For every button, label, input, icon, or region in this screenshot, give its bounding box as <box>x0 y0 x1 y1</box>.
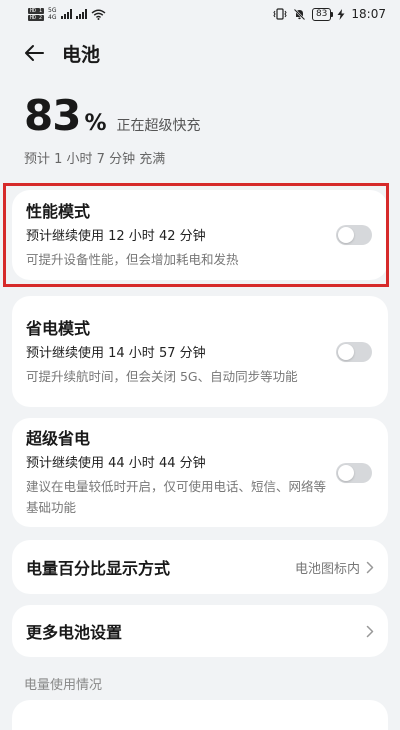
signal-2-icon <box>75 9 87 19</box>
page-title: 电池 <box>62 43 101 66</box>
performance-mode-title: 性能模式 <box>26 202 91 221</box>
power-saving-desc: 可提升续航时间，但会关闭 5G、自动同步等功能 <box>26 368 298 384</box>
battery-icon: 83 <box>311 7 334 21</box>
chevron-right-icon <box>366 561 374 573</box>
battery-percent-line: 83 % 正在超级快充 <box>24 92 376 140</box>
battery-percent: 83 <box>24 91 81 140</box>
ultra-saving-row: 超级省电 预计继续使用 44 小时 44 分钟 建议在电量较低时开启，仅可使用电… <box>26 418 374 527</box>
percent-display-right: 电池图标内 <box>295 558 374 577</box>
power-saving-title: 省电模式 <box>26 318 91 338</box>
ultra-saving-card: 超级省电 预计继续使用 44 小时 44 分钟 建议在电量较低时开启，仅可使用电… <box>12 418 388 527</box>
ultra-saving-text: 超级省电 预计继续使用 44 小时 44 分钟 建议在电量较低时开启，仅可使用电… <box>26 427 326 518</box>
charging-bolt-icon <box>337 8 345 20</box>
ultra-saving-usage: 预计继续使用 44 小时 44 分钟 <box>26 456 206 471</box>
percent-display-value: 电池图标内 <box>294 561 360 577</box>
ultra-saving-desc: 建议在电量较低时开启，仅可使用电话、短信、网络等基础功能 <box>26 479 327 515</box>
sim2-badge: HD 2 <box>28 14 45 21</box>
charge-estimate: 预计 1 小时 7 分钟 充满 <box>24 152 166 167</box>
status-bar-left: HD 1 HD 2 5G 4G <box>28 7 106 21</box>
percent-sign: % <box>84 111 107 136</box>
status-bar-right: 83 18:07 <box>273 7 386 21</box>
power-saving-usage: 预计继续使用 14 小时 57 分钟 <box>26 345 206 361</box>
wifi-icon <box>91 9 105 20</box>
performance-mode-usage: 预计继续使用 12 小时 42 分钟 <box>26 229 206 244</box>
top-bar: 电池 <box>0 30 400 76</box>
performance-mode-desc: 可提升设备性能，但会增加耗电和发热 <box>26 252 239 267</box>
more-settings-label: 更多电池设置 <box>26 623 123 642</box>
network-type-2: 4G <box>48 14 57 21</box>
percent-display-row[interactable]: 电量百分比显示方式 电池图标内 <box>26 540 374 594</box>
signal-1-icon <box>60 9 72 19</box>
status-bar: HD 1 HD 2 5G 4G 83 18:07 <box>0 0 400 28</box>
sim1-badge: HD 1 <box>28 7 45 14</box>
network-type: 5G 4G <box>48 7 56 21</box>
back-arrow-icon <box>25 45 44 61</box>
usage-section-label: 电量使用情况 <box>24 678 103 693</box>
back-button[interactable] <box>12 31 56 75</box>
performance-mode-card: 性能模式 预计继续使用 12 小时 42 分钟 可提升设备性能，但会增加耗电和发… <box>12 190 388 280</box>
mute-bell-icon <box>293 8 306 20</box>
sim-indicators: HD 1 HD 2 <box>28 7 45 21</box>
power-saving-toggle[interactable] <box>336 341 372 362</box>
usage-card-top <box>12 700 388 730</box>
status-time: 18:07 <box>351 7 386 21</box>
percent-display-label: 电量百分比显示方式 <box>26 559 171 578</box>
power-saving-text: 省电模式 预计继续使用 14 小时 57 分钟 可提升续航时间，但会关闭 5G、… <box>26 317 326 387</box>
vibrate-icon <box>273 8 287 20</box>
performance-mode-text: 性能模式 预计继续使用 12 小时 42 分钟 可提升设备性能，但会增加耗电和发… <box>26 200 326 270</box>
ultra-saving-toggle[interactable] <box>336 462 372 483</box>
more-settings-card[interactable]: 更多电池设置 <box>12 605 388 657</box>
power-saving-card: 省电模式 预计继续使用 14 小时 57 分钟 可提升续航时间，但会关闭 5G、… <box>12 296 388 407</box>
performance-mode-toggle[interactable] <box>336 225 372 245</box>
chevron-right-icon <box>366 625 374 637</box>
ultra-saving-title: 超级省电 <box>26 429 91 448</box>
power-saving-row: 省电模式 预计继续使用 14 小时 57 分钟 可提升续航时间，但会关闭 5G、… <box>26 296 374 407</box>
percent-display-card[interactable]: 电量百分比显示方式 电池图标内 <box>12 540 388 594</box>
charging-status: 正在超级快充 <box>116 118 201 134</box>
more-settings-row[interactable]: 更多电池设置 <box>26 605 374 657</box>
battery-summary: 83 % 正在超级快充 预计 1 小时 7 分钟 充满 <box>24 92 376 168</box>
performance-mode-row: 性能模式 预计继续使用 12 小时 42 分钟 可提升设备性能，但会增加耗电和发… <box>26 190 374 280</box>
network-type-1: 5G <box>48 7 57 14</box>
